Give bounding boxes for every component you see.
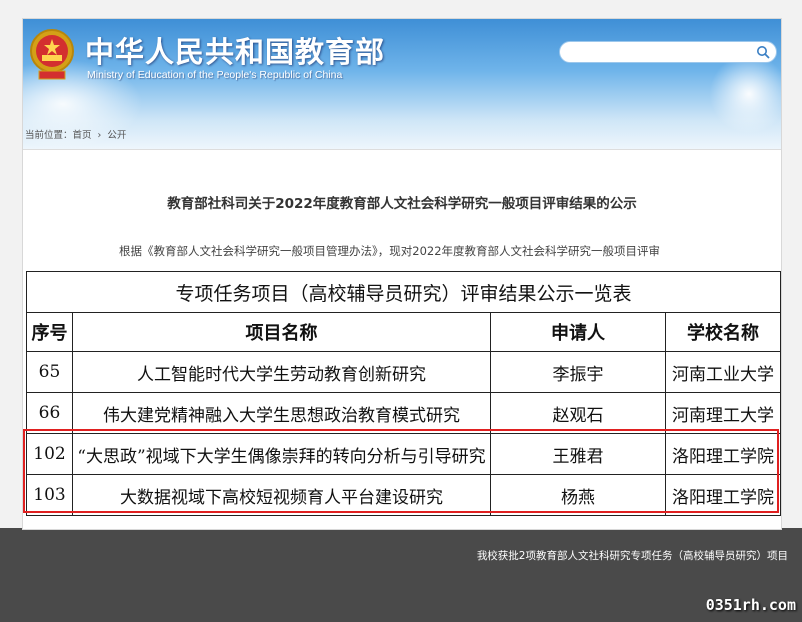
table-caption: 专项任务项目（高校辅导员研究）评审结果公示一览表 [25,271,781,313]
row-applicant: 杨燕 [490,474,666,516]
row-school: 洛阳理工学院 [664,474,781,516]
row-applicant: 赵观石 [490,392,666,434]
row-project: 大数据视域下高校短视频育人平台建设研究 [72,474,491,516]
site-header: 中华人民共和国教育部 Ministry of Education of the … [23,19,781,149]
row-no: 66 [26,392,73,434]
result-table-image: 专项任务项目（高校辅导员研究）评审结果公示一览表 序号 项目名称 申请人 学校名… [23,269,781,529]
column-header-applicant: 申请人 [490,312,666,352]
column-header-school: 学校名称 [664,312,781,352]
row-no: 102 [26,433,73,475]
document-title: 教育部社科司关于2022年度教育部人文社会科学研究一般项目评审结果的公示 [167,196,637,212]
column-header-project: 项目名称 [72,312,491,352]
row-school: 洛阳理工学院 [664,433,781,475]
breadcrumb: 当前位置：首页 › 公开 [25,127,126,141]
row-project: 伟大建党精神融入大学生思想政治教育模式研究 [72,392,491,434]
search-box[interactable] [559,41,777,64]
document-intro: 根据《教育部人文社会科学研究一般项目管理办法》，现对2022年度教育部人文社会科… [119,244,661,258]
ministry-title-cn: 中华人民共和国教育部 [85,35,386,69]
row-school: 河南工业大学 [664,351,781,393]
breadcrumb-home-link[interactable]: 首页 [73,130,92,141]
column-header-no: 序号 [26,312,73,352]
breadcrumb-current-link[interactable]: 公开 [107,130,126,141]
row-school: 河南理工大学 [664,392,781,434]
table-row: 66 伟大建党精神融入大学生思想政治教育模式研究 赵观石 河南理工大学 [26,392,781,434]
table-row: 103 大数据视域下高校短视频育人平台建设研究 杨燕 洛阳理工学院 [26,474,781,516]
row-no: 103 [26,474,73,516]
table-caption-row: 专项任务项目（高校辅导员研究）评审结果公示一览表 [25,271,781,313]
table-row: 65 人工智能时代大学生劳动教育创新研究 李振宇 河南工业大学 [26,351,781,393]
row-applicant: 王雅君 [490,433,666,475]
table-row: 102 “大思政”视域下大学生偶像崇拜的转向分析与引导研究 王雅君 洛阳理工学院 [26,433,781,475]
table-header-row: 序号 项目名称 申请人 学校名称 [26,312,781,352]
ministry-title-en: Ministry of Education of the People's Re… [87,69,343,81]
photo-frame: 中华人民共和国教育部 Ministry of Education of the … [0,0,802,530]
image-caption: 我校获批2项教育部人文社科研究专项任务（高校辅导员研究）项目 [476,550,788,562]
website-screenshot: 中华人民共和国教育部 Ministry of Education of the … [22,18,782,530]
row-project: “大思政”视域下大学生偶像崇拜的转向分析与引导研究 [72,433,491,475]
breadcrumb-prefix: 当前位置： [25,130,73,141]
row-project: 人工智能时代大学生劳动教育创新研究 [72,351,491,393]
row-applicant: 李振宇 [490,351,666,393]
breadcrumb-separator: › [97,130,102,141]
national-emblem-icon [30,29,74,80]
watermark: 0351rh.com [705,596,796,614]
search-icon[interactable] [756,45,770,59]
search-input[interactable] [570,43,764,64]
header-divider [23,149,781,150]
row-no: 65 [26,351,73,393]
result-table: 专项任务项目（高校辅导员研究）评审结果公示一览表 序号 项目名称 申请人 学校名… [25,271,781,516]
